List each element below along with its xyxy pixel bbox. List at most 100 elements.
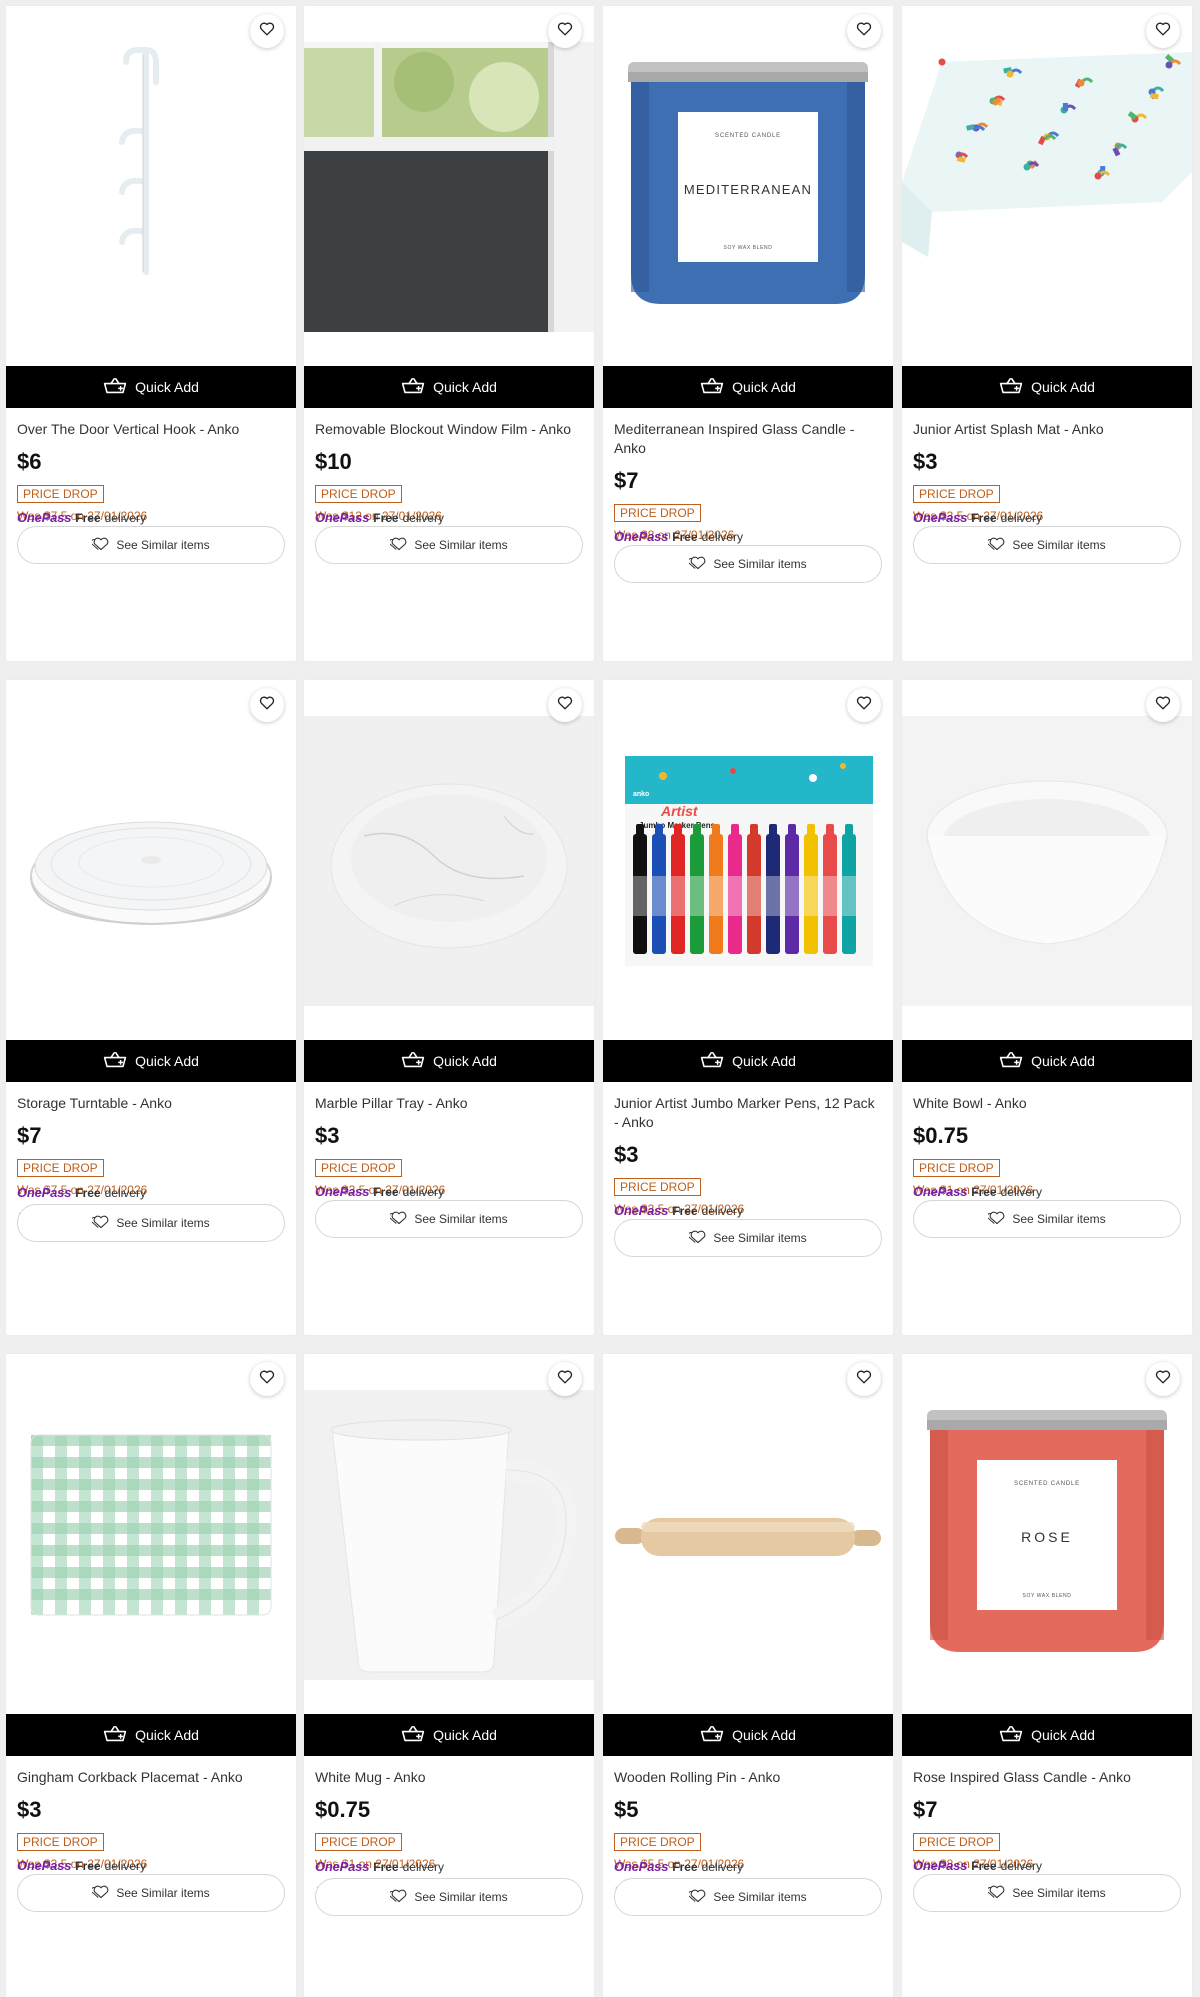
product-image-link[interactable] xyxy=(603,1354,893,1714)
product-image-link[interactable] xyxy=(304,6,594,366)
free-label: Free xyxy=(373,510,399,525)
product-card[interactable]: Quick Add Wooden Rolling Pin - Anko $5 PRIC… xyxy=(603,1354,893,1997)
product-title[interactable]: Gingham Corkback Placemat - Anko xyxy=(17,1768,285,1787)
product-image-link[interactable]: SCENTED CANDLE ROSE SOY WAX BLEND xyxy=(902,1354,1192,1714)
product-title[interactable]: White Bowl - Anko xyxy=(913,1094,1181,1113)
see-similar-button[interactable]: See Similar items xyxy=(17,1204,285,1242)
product-card[interactable]: SCENTED CANDLE MEDITERRANEAN SOY WAX BLEND… xyxy=(603,6,893,661)
wishlist-button[interactable] xyxy=(847,14,881,48)
product-title[interactable]: Removable Blockout Window Film - Anko xyxy=(315,420,583,439)
product-title[interactable]: Mediterranean Inspired Glass Candle - An… xyxy=(614,420,882,458)
product-card[interactable]: Quick Add White Bowl - Anko $0.75 PRICE DRO… xyxy=(902,680,1192,1335)
heart-icon xyxy=(259,695,275,715)
product-image-link[interactable] xyxy=(304,1354,594,1714)
product-title[interactable]: Junior Artist Jumbo Marker Pens, 12 Pack… xyxy=(614,1094,882,1132)
product-card[interactable]: Quick Add Junior Artist Splash Mat - Anko… xyxy=(902,6,1192,661)
price-drop-badge: PRICE DROP xyxy=(614,1833,701,1851)
quick-add-label: Quick Add xyxy=(1031,1727,1095,1743)
onepass-delivery: OnePass Free delivery xyxy=(614,529,743,544)
see-similar-label: See Similar items xyxy=(414,538,508,552)
onepass-logo: OnePass xyxy=(913,510,968,525)
heart-icon xyxy=(557,695,573,715)
basket-icon xyxy=(401,1051,425,1071)
see-similar-button[interactable]: See Similar items xyxy=(17,1874,285,1912)
product-card[interactable]: SCENTED CANDLE ROSE SOY WAX BLEND Quick Add… xyxy=(902,1354,1192,1997)
wishlist-button[interactable] xyxy=(847,688,881,722)
see-similar-button[interactable]: See Similar items xyxy=(913,526,1181,564)
see-similar-button[interactable]: See Similar items xyxy=(913,1200,1181,1238)
product-card[interactable]: Quick Add Gingham Corkback Placemat - Ank… xyxy=(6,1354,296,1997)
quick-add-button[interactable]: Quick Add xyxy=(603,1714,893,1756)
free-label: Free xyxy=(971,1184,997,1199)
see-similar-button[interactable]: See Similar items xyxy=(315,1878,583,1916)
wishlist-button[interactable] xyxy=(548,688,582,722)
price-drop-badge: PRICE DROP xyxy=(614,1178,701,1196)
heart-icon xyxy=(259,21,275,41)
wishlist-button[interactable] xyxy=(548,14,582,48)
product-card[interactable]: Quick Add White Mug - Anko $0.75 PRICE DROP… xyxy=(304,1354,594,1997)
see-similar-button[interactable]: See Similar items xyxy=(913,1874,1181,1912)
product-title[interactable]: Marble Pillar Tray - Anko xyxy=(315,1094,583,1113)
quick-add-button[interactable]: Quick Add xyxy=(6,1040,296,1082)
similar-hearts-icon xyxy=(688,1230,707,1247)
see-similar-button[interactable]: See Similar items xyxy=(614,545,882,583)
product-card[interactable]: Quick Add Storage Turntable - Anko $7 PRICE… xyxy=(6,680,296,1335)
quick-add-button[interactable]: Quick Add xyxy=(902,366,1192,408)
quick-add-button[interactable]: Quick Add xyxy=(603,366,893,408)
see-similar-button[interactable]: See Similar items xyxy=(17,526,285,564)
svg-text:anko: anko xyxy=(633,791,649,798)
product-image xyxy=(6,716,296,1006)
product-image-link[interactable]: SCENTED CANDLE MEDITERRANEAN SOY WAX BLEND xyxy=(603,6,893,366)
product-image-link[interactable] xyxy=(304,680,594,1040)
product-price: $3 xyxy=(614,1142,639,1167)
quick-add-button[interactable]: Quick Add xyxy=(6,366,296,408)
wishlist-button[interactable] xyxy=(1146,14,1180,48)
see-similar-button[interactable]: See Similar items xyxy=(315,526,583,564)
product-title[interactable]: Storage Turntable - Anko xyxy=(17,1094,285,1113)
quick-add-button[interactable]: Quick Add xyxy=(304,1040,594,1082)
see-similar-button[interactable]: See Similar items xyxy=(315,1200,583,1238)
price-drop-badge: PRICE DROP xyxy=(913,1159,1000,1177)
product-title[interactable]: Junior Artist Splash Mat - Anko xyxy=(913,420,1181,439)
product-title[interactable]: Wooden Rolling Pin - Anko xyxy=(614,1768,882,1787)
quick-add-label: Quick Add xyxy=(1031,1053,1095,1069)
onepass-logo: OnePass xyxy=(913,1184,968,1199)
see-similar-button[interactable]: See Similar items xyxy=(614,1219,882,1257)
quick-add-button[interactable]: Quick Add xyxy=(304,366,594,408)
product-title[interactable]: White Mug - Anko xyxy=(315,1768,583,1787)
product-card[interactable]: Quick Add Removable Blockout Window Film … xyxy=(304,6,594,661)
quick-add-label: Quick Add xyxy=(433,1053,497,1069)
see-similar-button[interactable]: See Similar items xyxy=(614,1878,882,1916)
wishlist-button[interactable] xyxy=(1146,1362,1180,1396)
quick-add-button[interactable]: Quick Add xyxy=(902,1714,1192,1756)
wishlist-button[interactable] xyxy=(1146,688,1180,722)
product-image-link[interactable] xyxy=(902,680,1192,1040)
product-image-link[interactable] xyxy=(6,6,296,366)
wishlist-button[interactable] xyxy=(548,1362,582,1396)
product-image-link[interactable]: ankoArtistJumbo Marker Pens xyxy=(603,680,893,1040)
delivery-label: delivery xyxy=(701,1203,743,1218)
product-image-link[interactable] xyxy=(6,680,296,1040)
wishlist-button[interactable] xyxy=(250,1362,284,1396)
quick-add-button[interactable]: Quick Add xyxy=(902,1040,1192,1082)
quick-add-button[interactable]: Quick Add xyxy=(603,1040,893,1082)
product-price: $7 xyxy=(913,1797,938,1822)
quick-add-button[interactable]: Quick Add xyxy=(6,1714,296,1756)
product-title[interactable]: Rose Inspired Glass Candle - Anko xyxy=(913,1768,1181,1787)
product-card[interactable]: Quick Add Over The Door Vertical Hook - A… xyxy=(6,6,296,661)
heart-icon xyxy=(259,1369,275,1389)
price-drop-badge: PRICE DROP xyxy=(315,1833,402,1851)
product-card[interactable]: Quick Add Marble Pillar Tray - Anko $3 PRIC… xyxy=(304,680,594,1335)
product-card[interactable]: ankoArtistJumbo Marker PensQuick Add Juni… xyxy=(603,680,893,1335)
wishlist-button[interactable] xyxy=(250,688,284,722)
delivery-label: delivery xyxy=(1000,510,1042,525)
heart-icon xyxy=(1155,695,1171,715)
wishlist-button[interactable] xyxy=(250,14,284,48)
product-image-link[interactable] xyxy=(902,6,1192,366)
product-image-link[interactable] xyxy=(6,1354,296,1714)
product-title[interactable]: Over The Door Vertical Hook - Anko xyxy=(17,420,285,439)
wishlist-button[interactable] xyxy=(847,1362,881,1396)
free-label: Free xyxy=(373,1184,399,1199)
quick-add-button[interactable]: Quick Add xyxy=(304,1714,594,1756)
onepass-delivery: OnePass Free delivery xyxy=(17,1858,146,1873)
